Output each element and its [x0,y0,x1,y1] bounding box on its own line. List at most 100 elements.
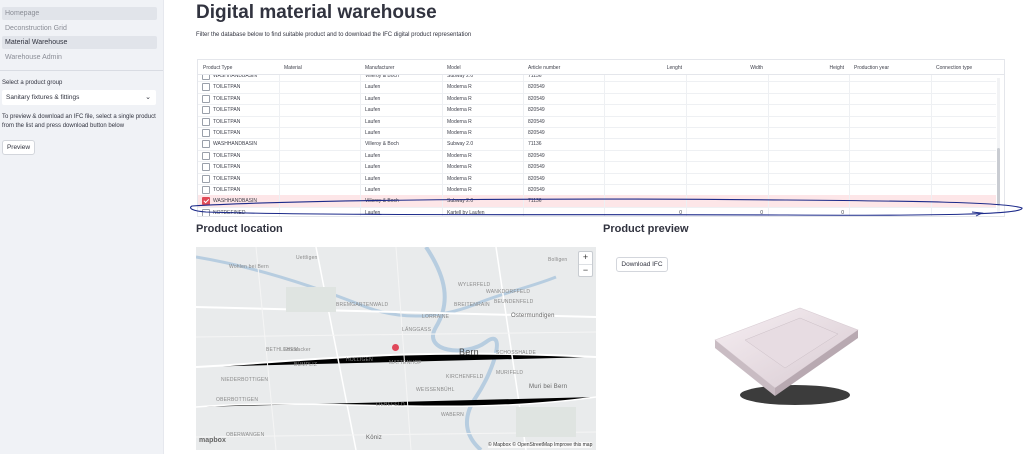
row-select-checkbox[interactable] [202,94,210,103]
cell-article: 820549 [528,84,545,91]
cell-width: 0 [760,209,763,216]
column-divider [442,74,443,216]
column-divider [604,74,605,216]
column-divider [686,74,687,216]
cell-type: TOILETPAN [213,152,241,159]
map-place-label: Uettligen [296,255,318,261]
row-select-checkbox[interactable] [202,208,210,216]
map-place-label: BREITENRAIN [454,302,490,308]
row-select-checkbox[interactable] [202,117,210,126]
column-header-connection-type[interactable]: Connection type [936,65,972,71]
cell-type: TOILETPAN [213,107,241,114]
product-group-label: Select a product group [2,80,63,86]
zoom-in-button[interactable]: + [579,252,592,265]
row-select-checkbox[interactable] [202,151,210,160]
column-header-material[interactable]: Material [284,65,302,71]
row-select-checkbox[interactable] [202,197,210,206]
map-zoom-control: + − [578,251,593,277]
cell-article: 820549 [528,118,545,125]
cell-manufacturer: Villeroy & Boch [365,198,399,205]
location-marker[interactable] [392,344,399,351]
map-place-label: Muri bei Bern [529,384,568,390]
map-place-label: HOLLIGEN [346,357,373,363]
cell-manufacturer: Laufen [365,152,381,159]
grid-header: Product Type Material Manufacturer Model… [198,60,1004,75]
map-place-label: LIEBEFELD [376,402,405,408]
cell-type: TOILETPAN [213,118,241,125]
preview-button[interactable]: Preview [2,140,35,155]
table-row[interactable]: NOTDEFINED Laufen Kartell by Laufen 0 0 0 [198,207,996,216]
cell-model: Moderna R [447,175,472,182]
product-preview-title: Product preview [603,223,689,235]
map-place-label: BEUNDENFELD [494,299,534,305]
cell-type: TOILETPAN [213,95,241,102]
cell-model: Moderna R [447,95,472,102]
row-select-checkbox[interactable] [202,106,210,115]
map-place-label: Bolligen [548,257,568,263]
column-divider [768,74,769,216]
map-attribution[interactable]: © Mapbox © OpenStreetMap Improve this ma… [488,442,593,448]
help-text: To preview & download an IFC file, selec… [2,114,156,129]
cell-article: 820549 [528,164,545,171]
row-select-checkbox[interactable] [202,186,210,194]
zoom-out-button[interactable]: − [579,265,592,277]
cell-model: Moderna R [447,130,472,136]
nav-item-homepage[interactable]: Homepage [2,7,157,20]
row-select-checkbox[interactable] [202,140,210,149]
map-place-label: Ostermundigen [511,313,555,319]
column-header-manufacturer[interactable]: Manufacturer [365,65,394,71]
column-header-product-type[interactable]: Product Type [203,65,232,71]
cell-model: Moderna R [447,107,472,114]
map-place-label: LORRAINE [422,314,450,320]
map-place-label: WABERN [441,412,464,418]
row-select-checkbox[interactable] [202,83,210,92]
chevron-down-icon: ⌄ [145,94,151,101]
map-place-label: MATTENHOF [389,360,422,366]
row-select-checkbox[interactable] [202,163,210,172]
map-place-label: Stöckacker [284,347,311,353]
map-place-label: SCHOSSHALDE [496,350,536,356]
cell-type: TOILETPAN [213,84,241,91]
column-header-height[interactable]: Height [772,65,844,71]
download-ifc-button[interactable]: Download IFC [616,257,668,272]
column-header-length[interactable]: Lenght [608,65,682,71]
mapbox-logo[interactable]: mapbox [199,437,226,444]
map-place-label: WEISSENBÜHL [416,387,455,393]
row-select-checkbox[interactable] [202,129,210,137]
column-header-article-number[interactable]: Article number [528,65,560,71]
product-grid: Product Type Material Manufacturer Model… [197,59,1005,217]
cell-type: TOILETPAN [213,164,241,171]
cell-type: WASHHANDBASIN [213,198,257,205]
cell-article: 820549 [528,152,545,159]
cell-manufacturer: Laufen [365,107,381,114]
cell-manufacturer: Laufen [365,130,381,136]
cell-type: WASHHANDBASIN [213,141,257,148]
nav-item-deconstruction-grid[interactable]: Deconstruction Grid [2,22,157,35]
column-divider [849,74,850,216]
map-place-label: OBERWANGEN [226,432,265,438]
map-place-label: BÜMPLIZ [294,362,318,368]
cell-manufacturer: Laufen [365,95,381,102]
map-place-label: Köniz [366,435,383,441]
column-header-width[interactable]: Width [690,65,763,71]
cell-article: 71136 [528,141,542,148]
cell-manufacturer: Laufen [365,118,381,125]
product-group-select[interactable]: Sanitary fixtures & fittings ⌄ [2,90,156,105]
column-header-production-year[interactable]: Production year [854,65,889,71]
product-location-title: Product location [196,223,283,235]
row-select-checkbox[interactable] [202,174,210,183]
cell-manufacturer: Villeroy & Boch [365,141,399,148]
nav-item-warehouse-admin[interactable]: Warehouse Admin [2,51,157,64]
column-header-model[interactable]: Model [447,65,461,71]
cell-manufacturer: Laufen [365,187,381,193]
cell-article: 820549 [528,175,545,182]
nav-item-material-warehouse[interactable]: Material Warehouse [2,36,157,50]
column-divider [931,74,932,216]
cell-length: 0 [679,209,682,216]
cell-type: NOTDEFINED [213,209,246,216]
sidebar-nav: Homepage Deconstruction Grid Material Wa… [2,7,157,65]
cell-article: 820549 [528,95,545,102]
map-place-label: WYLERFELD [458,282,491,288]
grid-scrollbar-thumb[interactable] [997,148,1000,206]
column-divider [523,74,524,216]
